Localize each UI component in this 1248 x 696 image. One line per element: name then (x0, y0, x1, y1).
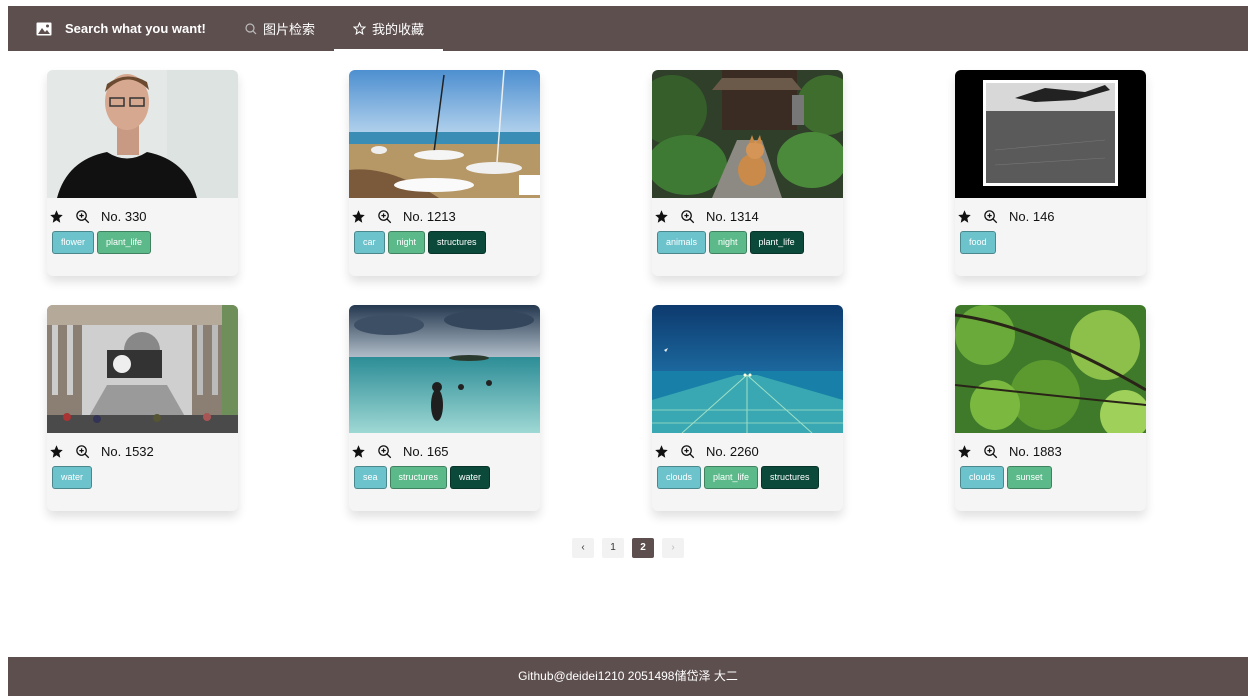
tag-list: food (955, 224, 1146, 254)
tag[interactable]: plant_life (749, 231, 804, 254)
card-image[interactable] (652, 70, 843, 198)
favorite-card: No. 330 flower plant_life (47, 70, 238, 276)
star-filled-icon[interactable] (351, 444, 366, 459)
tag-list: water (47, 459, 238, 489)
card-meta: No. 165 (349, 433, 540, 459)
image-number: No. 1213 (403, 209, 456, 224)
tag[interactable]: plant_life (704, 466, 759, 489)
card-meta: No. 1532 (47, 433, 238, 459)
tag[interactable]: sea (354, 466, 387, 489)
tag[interactable]: water (450, 466, 491, 489)
star-filled-icon[interactable] (957, 209, 972, 224)
tag[interactable]: structures (389, 466, 448, 489)
favorite-card: No. 146 food (955, 70, 1146, 276)
brand-title: Search what you want! (65, 21, 206, 36)
tag[interactable]: car (354, 231, 385, 254)
tag-list: sea structures water (349, 459, 540, 489)
image-number: No. 146 (1009, 209, 1055, 224)
tag[interactable]: clouds (657, 466, 702, 489)
card-image[interactable] (955, 70, 1146, 198)
tag-list: flower plant_life (47, 224, 238, 254)
favorite-card: No. 1532 water (47, 305, 238, 511)
zoom-in-icon[interactable] (75, 209, 90, 224)
tag[interactable]: flower (52, 231, 95, 254)
star-filled-icon[interactable] (49, 209, 64, 224)
tag[interactable]: water (52, 466, 93, 489)
top-navbar: Search what you want! 图片检索 我的收藏 (8, 6, 1248, 51)
zoom-in-icon[interactable] (983, 444, 998, 459)
tag[interactable]: structures (761, 466, 819, 489)
card-image[interactable] (349, 70, 540, 198)
footer-text: Github@deidei1210 2051498储岱泽 大二 (518, 669, 738, 683)
tag[interactable]: night (709, 231, 747, 254)
image-number: No. 165 (403, 444, 449, 459)
zoom-in-icon[interactable] (680, 444, 695, 459)
search-icon (245, 22, 257, 34)
tag[interactable]: night (387, 231, 426, 254)
tab-label: 图片检索 (263, 22, 316, 37)
zoom-in-icon[interactable] (680, 209, 695, 224)
page-2-button[interactable]: 2 (632, 538, 654, 558)
star-filled-icon[interactable] (957, 444, 972, 459)
prev-page-button[interactable]: ‹ (572, 538, 594, 558)
tag[interactable]: sunset (1007, 466, 1052, 489)
zoom-in-icon[interactable] (75, 444, 90, 459)
tag-list: clouds sunset (955, 459, 1146, 489)
image-number: No. 330 (101, 209, 147, 224)
image-number: No. 1883 (1009, 444, 1062, 459)
image-number: No. 1532 (101, 444, 154, 459)
star-filled-icon[interactable] (654, 209, 669, 224)
favorite-card: No. 165 sea structures water (349, 305, 540, 511)
card-meta: No. 1213 (349, 198, 540, 224)
brand: Search what you want! (8, 6, 226, 51)
favorite-card: No. 1314 animals night plant_life (652, 70, 843, 276)
card-meta: No. 146 (955, 198, 1146, 224)
pagination: ‹ 1 2 › (572, 538, 684, 558)
zoom-in-icon[interactable] (377, 209, 392, 224)
tab-image-search[interactable]: 图片检索 (226, 6, 334, 51)
next-page-button[interactable]: › (662, 538, 684, 558)
card-meta: No. 2260 (652, 433, 843, 459)
footer: Github@deidei1210 2051498储岱泽 大二 (8, 657, 1248, 696)
tag-list: clouds plant_life structures (652, 459, 843, 489)
tag[interactable]: clouds (960, 466, 1005, 489)
tag[interactable]: plant_life (97, 231, 152, 254)
zoom-in-icon[interactable] (983, 209, 998, 224)
tag-list: animals night plant_life (652, 224, 843, 254)
tag[interactable]: animals (657, 231, 707, 254)
tag-list: car night structures (349, 224, 540, 254)
card-image[interactable] (349, 305, 540, 433)
tag[interactable]: structures (428, 231, 486, 254)
star-filled-icon[interactable] (654, 444, 669, 459)
star-filled-icon[interactable] (49, 444, 64, 459)
tab-my-favorites[interactable]: 我的收藏 (334, 6, 444, 51)
image-icon (36, 22, 52, 35)
card-image[interactable] (47, 70, 238, 198)
image-number: No. 1314 (706, 209, 759, 224)
favorite-card: No. 2260 clouds plant_life structures (652, 305, 843, 511)
star-filled-icon[interactable] (351, 209, 366, 224)
tab-label: 我的收藏 (372, 22, 425, 37)
star-outline-icon (353, 22, 367, 35)
page-1-button[interactable]: 1 (602, 538, 624, 558)
card-meta: No. 330 (47, 198, 238, 224)
favorite-card: No. 1213 car night structures (349, 70, 540, 276)
zoom-in-icon[interactable] (377, 444, 392, 459)
tag[interactable]: food (960, 231, 996, 254)
card-meta: No. 1314 (652, 198, 843, 224)
image-number: No. 2260 (706, 444, 759, 459)
card-image[interactable] (652, 305, 843, 433)
favorite-card: No. 1883 clouds sunset (955, 305, 1146, 511)
card-image[interactable] (955, 305, 1146, 433)
card-meta: No. 1883 (955, 433, 1146, 459)
card-image[interactable] (47, 305, 238, 433)
